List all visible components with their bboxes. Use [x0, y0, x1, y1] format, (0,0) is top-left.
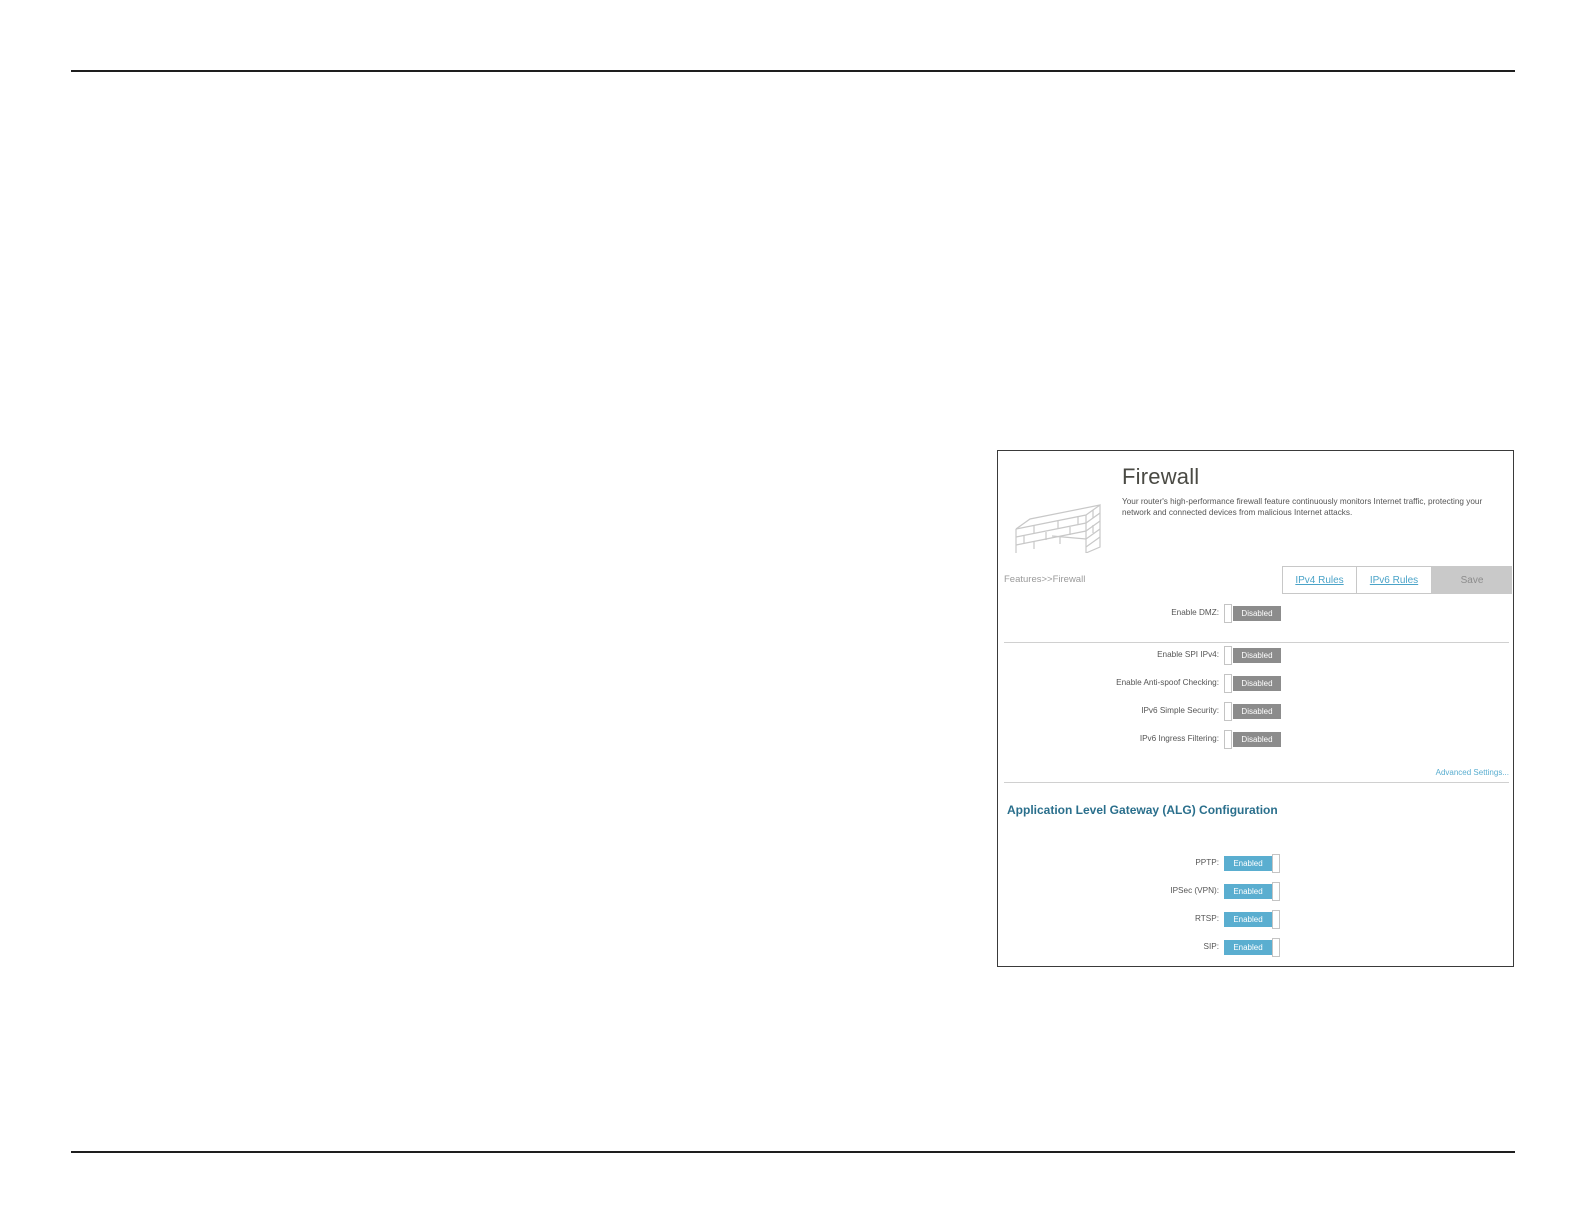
toggle-knob [1224, 646, 1232, 665]
toggle-state: Disabled [1233, 676, 1281, 691]
setting-label: Enable DMZ: [1171, 608, 1219, 617]
setting-label: Enable SPI IPv4: [1157, 650, 1219, 659]
page-description: Your router's high-performance firewall … [1122, 497, 1483, 517]
toggle-state: Disabled [1233, 732, 1281, 747]
toggle-state: Enabled [1224, 856, 1272, 871]
toggle-state: Enabled [1224, 884, 1272, 899]
alg-row-sip: SIP: Enabled [998, 938, 1513, 958]
page-title: Firewall [1122, 464, 1200, 489]
toggle-state: Disabled [1233, 606, 1281, 621]
alg-label: SIP: [1203, 942, 1219, 951]
setting-label: IPv6 Simple Security: [1141, 706, 1219, 715]
alg-label: RTSP: [1195, 914, 1219, 923]
alg-label: IPSec (VPN): [1170, 886, 1219, 895]
toggle-state: Disabled [1233, 704, 1281, 719]
toggle-knob [1272, 910, 1280, 929]
toggle-knob [1224, 730, 1232, 749]
rtsp-toggle[interactable]: Enabled [1224, 910, 1284, 930]
dmz-toggle[interactable]: Disabled [1224, 604, 1284, 624]
brick-wall-icon [1015, 503, 1101, 553]
toggle-knob [1224, 702, 1232, 721]
divider [1004, 642, 1509, 643]
ipv4-rules-button[interactable]: IPv4 Rules [1282, 566, 1357, 594]
toggle-knob [1224, 674, 1232, 693]
breadcrumb: Features>>Firewall [1004, 574, 1086, 585]
top-rule [71, 70, 1515, 72]
alg-row-ipsec: IPSec (VPN): Enabled [998, 882, 1513, 902]
save-button[interactable]: Save [1432, 566, 1512, 594]
anti-spoof-toggle[interactable]: Disabled [1224, 674, 1284, 694]
sip-toggle[interactable]: Enabled [1224, 938, 1284, 958]
setting-row-dmz: Enable DMZ: Disabled [998, 604, 1513, 624]
setting-row-anti-spoof: Enable Anti-spoof Checking: Disabled [998, 674, 1513, 694]
pptp-toggle[interactable]: Enabled [1224, 854, 1284, 874]
toggle-knob [1272, 854, 1280, 873]
ipv6-ingress-filtering-toggle[interactable]: Disabled [1224, 730, 1284, 750]
alg-label: PPTP: [1195, 858, 1219, 867]
setting-label: IPv6 Ingress Filtering: [1139, 734, 1219, 743]
alg-row-pptp: PPTP: Enabled [998, 854, 1513, 874]
spi-ipv4-toggle[interactable]: Disabled [1224, 646, 1284, 666]
divider [1004, 782, 1509, 783]
toolbar: IPv4 Rules IPv6 Rules Save [1282, 566, 1512, 594]
ipv6-simple-security-toggle[interactable]: Disabled [1224, 702, 1284, 722]
toggle-state: Enabled [1224, 940, 1272, 955]
alg-row-rtsp: RTSP: Enabled [998, 910, 1513, 930]
toggle-knob [1224, 604, 1232, 623]
ipv6-rules-button[interactable]: IPv6 Rules [1357, 566, 1432, 594]
firewall-panel: Firewall Your router's high-performance … [997, 450, 1514, 967]
ipsec-toggle[interactable]: Enabled [1224, 882, 1284, 902]
setting-label: Enable Anti-spoof Checking: [1116, 678, 1219, 687]
toggle-state: Enabled [1224, 912, 1272, 927]
setting-row-ipv6-ingress-filtering: IPv6 Ingress Filtering: Disabled [998, 730, 1513, 750]
setting-row-spi-ipv4: Enable SPI IPv4: Disabled [998, 646, 1513, 666]
toggle-state: Disabled [1233, 648, 1281, 663]
toggle-knob [1272, 938, 1280, 957]
toggle-knob [1272, 882, 1280, 901]
advanced-settings-link[interactable]: Advanced Settings... [1436, 768, 1509, 777]
bottom-rule [71, 1151, 1515, 1153]
setting-row-ipv6-simple-security: IPv6 Simple Security: Disabled [998, 702, 1513, 722]
alg-heading: Application Level Gateway (ALG) Configur… [1007, 803, 1278, 817]
